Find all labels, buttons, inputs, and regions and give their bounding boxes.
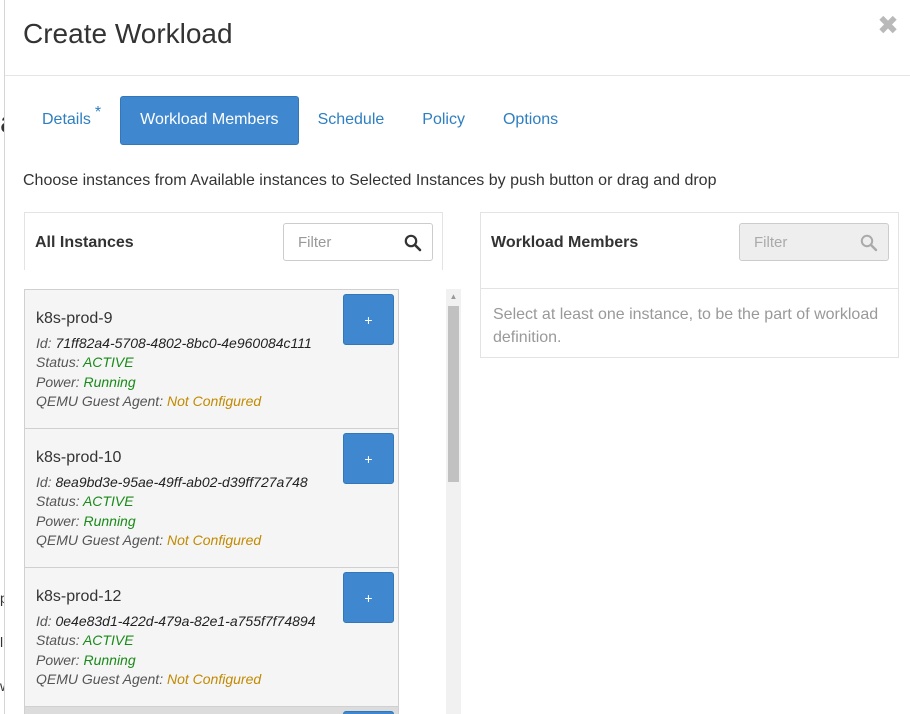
instance-agent-line: QEMU Guest Agent: Not Configured — [36, 393, 261, 409]
instance-status: ACTIVE — [82, 632, 134, 648]
required-indicator: * — [94, 104, 102, 121]
scroll-up-arrow-icon[interactable]: ▲ — [446, 292, 461, 302]
workload-members-title: Workload Members — [491, 234, 639, 251]
status-label: Status: — [36, 354, 80, 370]
workload-members-empty-message: Select at least one instance, to be the … — [480, 288, 899, 358]
instance-status: ACTIVE — [82, 493, 134, 509]
instance-power: Running — [83, 652, 136, 668]
instructions-text: Choose instances from Available instance… — [23, 172, 717, 189]
search-icon — [860, 234, 878, 252]
tab-label: Options — [502, 111, 559, 128]
scrollbar-thumb[interactable] — [448, 306, 459, 482]
instance-power-line: Power: Running — [36, 652, 136, 668]
instance-name: k8s-prod-9 — [36, 310, 113, 327]
instance-agent: Not Configured — [166, 393, 262, 409]
wizard-tabs: Details * Workload Members Schedule Poli… — [23, 95, 577, 145]
instance-agent-line: QEMU Guest Agent: Not Configured — [36, 671, 261, 687]
instance-id: 71ff82a4-5708-4802-8bc0-4e960084c111 — [55, 335, 312, 351]
all-instances-filter-input[interactable] — [296, 233, 396, 252]
instance-agent-line: QEMU Guest Agent: Not Configured — [36, 532, 261, 548]
tab-options[interactable]: Options — [484, 96, 577, 145]
tab-policy[interactable]: Policy — [403, 96, 484, 145]
id-label: Id: — [36, 335, 52, 351]
instances-scrollbar[interactable]: ▲ — [446, 289, 461, 714]
tab-schedule[interactable]: Schedule — [299, 96, 404, 145]
id-label: Id: — [36, 613, 52, 629]
tab-label: Workload Members — [140, 111, 279, 128]
instance-card-partial[interactable] — [25, 707, 398, 714]
instance-card[interactable]: k8s-prod-12 Id: 0e4e83d1-422d-479a-82e1-… — [25, 568, 398, 707]
instance-card[interactable]: k8s-prod-9 Id: 71ff82a4-5708-4802-8bc0-4… — [25, 290, 398, 429]
workload-members-filter-input — [752, 233, 852, 252]
agent-label: QEMU Guest Agent: — [36, 532, 164, 548]
all-instances-title: All Instances — [35, 234, 134, 251]
power-label: Power: — [36, 513, 80, 529]
close-icon[interactable]: ✖ — [877, 12, 899, 38]
all-instances-header: All Instances — [24, 212, 443, 270]
add-instance-button[interactable]: + — [343, 433, 394, 484]
status-label: Status: — [36, 493, 80, 509]
instance-card[interactable]: k8s-prod-10 Id: 8ea9bd3e-95ae-49ff-ab02-… — [25, 429, 398, 568]
power-label: Power: — [36, 374, 80, 390]
instance-status: ACTIVE — [82, 354, 134, 370]
agent-label: QEMU Guest Agent: — [36, 393, 164, 409]
background-text-fragment: l — [0, 634, 4, 650]
instance-name: k8s-prod-10 — [36, 449, 122, 466]
instance-status-line: Status: ACTIVE — [36, 354, 134, 370]
instance-status-line: Status: ACTIVE — [36, 632, 134, 648]
instance-id-line: Id: 8ea9bd3e-95ae-49ff-ab02-d39ff727a748 — [36, 474, 308, 490]
search-icon[interactable] — [404, 234, 422, 252]
tab-label: Schedule — [317, 111, 385, 128]
add-instance-button[interactable]: + — [343, 294, 394, 345]
modal-title: Create Workload — [23, 18, 233, 49]
tab-workload-members[interactable]: Workload Members — [120, 95, 299, 145]
instance-id: 0e4e83d1-422d-479a-82e1-a755f7f74894 — [55, 613, 316, 629]
id-label: Id: — [36, 474, 52, 490]
power-label: Power: — [36, 652, 80, 668]
instance-power-line: Power: Running — [36, 513, 136, 529]
tab-label: Details — [42, 111, 91, 128]
agent-label: QEMU Guest Agent: — [36, 671, 164, 687]
instance-power: Running — [83, 513, 136, 529]
instance-agent: Not Configured — [166, 671, 262, 687]
available-instances-list: k8s-prod-9 Id: 71ff82a4-5708-4802-8bc0-4… — [24, 289, 399, 714]
add-instance-button[interactable]: + — [343, 572, 394, 623]
instance-id-line: Id: 71ff82a4-5708-4802-8bc0-4e960084c111 — [36, 335, 312, 351]
instance-status-line: Status: ACTIVE — [36, 493, 134, 509]
workload-members-header: Workload Members — [480, 212, 899, 289]
instance-name: k8s-prod-12 — [36, 588, 122, 605]
workload-members-filter — [739, 223, 889, 261]
instance-power-line: Power: Running — [36, 374, 136, 390]
tab-details[interactable]: Details * — [23, 96, 120, 145]
all-instances-filter — [283, 223, 433, 261]
modal-header: Create Workload ✖ — [5, 0, 910, 76]
status-label: Status: — [36, 632, 80, 648]
tab-label: Policy — [422, 111, 465, 128]
instance-agent: Not Configured — [166, 532, 262, 548]
instance-power: Running — [83, 374, 136, 390]
instance-id: 8ea9bd3e-95ae-49ff-ab02-d39ff727a748 — [55, 474, 308, 490]
instance-id-line: Id: 0e4e83d1-422d-479a-82e1-a755f7f74894 — [36, 613, 315, 629]
create-workload-modal: Create Workload ✖ Details * Workload Mem… — [4, 0, 910, 714]
